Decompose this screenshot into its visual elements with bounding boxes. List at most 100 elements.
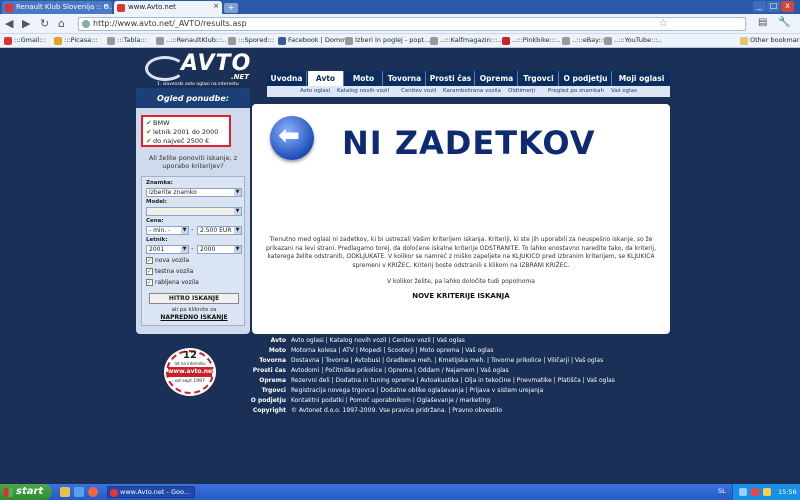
folder-icon: [740, 37, 748, 45]
back-arrow-icon[interactable]: ⬅: [270, 116, 314, 160]
price-to-select[interactable]: 2.500 EUR ▼: [197, 226, 242, 235]
repeat-search-text: Ali želite ponoviti iskanje, z uporabo k…: [148, 154, 238, 170]
bookmark-spored[interactable]: :::Spored:::: [228, 35, 274, 47]
start-button[interactable]: start: [0, 484, 52, 500]
home-icon[interactable]: ⌂: [58, 17, 65, 30]
quick-search-button[interactable]: HITRO ISKANJE: [149, 293, 239, 304]
bookmark-youtube[interactable]: ..:::YouTube:::..: [604, 35, 662, 47]
subnav-vas-oglas[interactable]: Vaš oglas: [611, 86, 637, 97]
footer-links[interactable]: Rezervni deli | Dodatna in tuning oprema…: [291, 377, 615, 384]
checkbox-label: testna vozila: [155, 268, 194, 275]
nav-moji-oglasi[interactable]: Moji oglasi: [613, 71, 670, 86]
chrome-icon[interactable]: [88, 487, 98, 497]
used-vehicles-checkbox[interactable]: ✓ rabljena vozila: [146, 279, 199, 286]
footer-links[interactable]: Avto oglasi | Katalog novih vozil | Ceni…: [291, 337, 465, 344]
nav-oprema[interactable]: Oprema: [476, 71, 518, 86]
results-panel: ⬅ NI ZADETKOV Trenutno med oglasi ni zad…: [252, 104, 670, 334]
bookmark-gmail[interactable]: :::Gmail:::: [4, 35, 46, 47]
year-to-select[interactable]: 2000 ▼: [197, 245, 242, 254]
footer-links[interactable]: Registracija novega trgovca | Dodatne ob…: [291, 387, 543, 394]
bookmark-izberi[interactable]: Izberi in poglej - popt...: [345, 35, 430, 47]
tab-renault-klub[interactable]: Renault Klub Slovenija :: O... ×: [2, 1, 112, 14]
page-icon: [82, 20, 90, 28]
price-from-value: - min. -: [149, 227, 171, 234]
bookmark-renaultklub[interactable]: ..:::RenaultKlub:::..: [156, 35, 227, 47]
criterion-year[interactable]: ✔ letnik 2001 do 2000: [146, 128, 218, 136]
avto-net-logo[interactable]: AVTO .NET 1. slovenski avto oglasi na in…: [145, 51, 255, 89]
nav-o-podjetju[interactable]: O podjetju: [560, 71, 612, 86]
advanced-search-link[interactable]: NAPREDNO ISKANJE: [142, 314, 246, 321]
maximize-button[interactable]: □: [767, 1, 780, 12]
bookmark-label: Izberi in poglej - popt...: [355, 36, 431, 44]
nav-avto[interactable]: Avto: [308, 71, 344, 86]
wrench-icon[interactable]: 🔧: [778, 17, 790, 28]
close-window-button[interactable]: x: [781, 1, 794, 12]
footer-label: Tovorna: [259, 357, 286, 364]
nav-trgovci[interactable]: Trgovci: [519, 71, 559, 86]
criterion-brand[interactable]: ✔ BMW: [146, 119, 170, 127]
new-criteria-link[interactable]: NOVE KRITERIJE ISKANJA: [262, 292, 660, 300]
close-tab-icon[interactable]: ×: [103, 2, 109, 10]
checkbox-checked[interactable]: ✓: [146, 268, 153, 275]
nav-prosti-cas[interactable]: Prosti čas: [427, 71, 475, 86]
test-vehicles-checkbox[interactable]: ✓ testna vozila: [146, 268, 193, 275]
subnav-karambolirana[interactable]: Karambolirana vozila: [443, 86, 501, 97]
address-bar[interactable]: http://www.avto.net/_AVTO/results.asp ☆: [78, 17, 746, 31]
subnav-katalog[interactable]: Katalog novih vozil: [337, 86, 389, 97]
reload-icon[interactable]: ↻: [40, 17, 49, 30]
brand-select[interactable]: izberite znamko ▼: [146, 188, 242, 197]
subnav-oldtimerji[interactable]: Oldtimerji: [508, 86, 535, 97]
forward-icon[interactable]: ▶: [22, 17, 30, 30]
price-from-select[interactable]: - min. - ▼: [146, 226, 189, 235]
tab-avto-net[interactable]: www.Avto.net ×: [114, 1, 222, 14]
network-icon[interactable]: [739, 488, 747, 496]
subnav-pregled[interactable]: Pregled po znamkah: [548, 86, 604, 97]
bookmark-pinkbike[interactable]: ..:::Pinkbike:::..: [502, 35, 560, 47]
year-from-select[interactable]: 2001 ▼: [146, 245, 189, 254]
other-bookmarks[interactable]: Other bookmarks: [740, 35, 800, 47]
model-select[interactable]: ▼: [146, 207, 242, 216]
subnav-cenitev[interactable]: Cenitev vozil: [401, 86, 436, 97]
new-vehicles-checkbox[interactable]: ✓ nova vozila: [146, 257, 189, 264]
pinkbike-icon: [502, 37, 510, 45]
criterion-price[interactable]: ✔ do največ 2500 €: [146, 137, 209, 145]
back-icon[interactable]: ◀: [5, 17, 13, 30]
bookmark-tabla[interactable]: :::Tabla:::: [107, 35, 147, 47]
nav-uvodna[interactable]: Uvodna: [267, 71, 307, 86]
checkmark-icon[interactable]: ✔: [146, 137, 152, 145]
no-results-heading: NI ZADETKOV: [342, 124, 596, 162]
checkbox-checked[interactable]: ✓: [146, 257, 153, 264]
volume-icon[interactable]: [763, 488, 771, 496]
checkbox-checked[interactable]: ✓: [146, 279, 153, 286]
explorer-icon[interactable]: [60, 487, 70, 497]
page-menu-icon[interactable]: ▤: [758, 17, 767, 28]
facebook-icon: [278, 37, 286, 45]
footer-links[interactable]: Kontaktni podatki | Pomoč uporabnikom | …: [291, 397, 490, 404]
checkmark-icon[interactable]: ✔: [146, 119, 152, 127]
tab-strip: Renault Klub Slovenija :: O... × www.Avt…: [0, 0, 800, 14]
antivirus-icon[interactable]: [751, 488, 759, 496]
footer-links[interactable]: © Avtonet d.o.o. 1997-2009. Vse pravice …: [291, 407, 502, 414]
or-click-text: ali pa kliknite za: [171, 307, 217, 313]
footer-links[interactable]: Avtodomi | Počitniške prikolice | Oprema…: [291, 367, 509, 374]
footer-links[interactable]: Motorna kolesa | ATV | Mopedi | Scooterj…: [291, 347, 494, 354]
language-indicator[interactable]: SL: [718, 487, 726, 495]
nav-moto[interactable]: Moto: [345, 71, 383, 86]
minimize-button[interactable]: _: [753, 1, 766, 12]
checkmark-icon[interactable]: ✔: [146, 128, 152, 136]
bookmark-ebay[interactable]: ..:::eBay:::..: [562, 35, 609, 47]
desktop-icon[interactable]: [74, 487, 84, 497]
bookmark-picasa[interactable]: :::Picasa:::: [54, 35, 98, 47]
bookmark-label: :::Tabla:::: [117, 36, 147, 44]
nav-tovorna[interactable]: Tovorna: [384, 71, 426, 86]
close-tab-icon[interactable]: ×: [213, 2, 219, 10]
logo-swirl: [145, 56, 185, 81]
subnav-avto-oglasi[interactable]: Avto oglasi: [300, 86, 330, 97]
bookmark-star-icon[interactable]: ☆: [659, 18, 668, 29]
footer-label: Trgovci: [261, 387, 286, 394]
bookmark-facebook[interactable]: Facebook | Domov: [278, 35, 348, 47]
footer-links[interactable]: Dostavna | Tovorna | Avtobusi | Gradbena…: [291, 357, 603, 364]
new-tab-button[interactable]: +: [224, 3, 238, 13]
bookmark-kalfmagazin[interactable]: ..:::Kalfmagazin:::..: [430, 35, 501, 47]
taskbar-item-chrome[interactable]: www.Avto.net - Goo...: [107, 486, 195, 498]
